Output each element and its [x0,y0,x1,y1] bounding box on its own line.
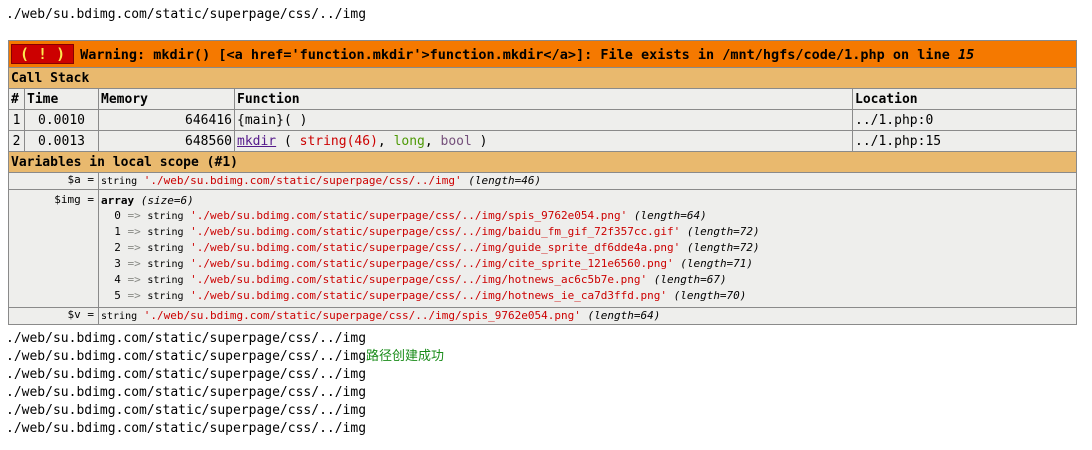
mkdir-function-link[interactable]: mkdir [237,134,276,149]
call-stack-row: 2 0.0013 648560 mkdir ( string(46), long… [8,130,1078,152]
row-function: {main}( ) [234,109,853,131]
array-item: 4 => string './web/su.bdimg.com/static/s… [114,273,727,286]
variable-name: $a = [8,172,99,190]
variable-row-img: $img = array (size=6) 0 => string './web… [8,189,1078,308]
variable-row-a: $a = string './web/su.bdimg.com/static/s… [8,172,1078,190]
array-size: (size=6) [140,194,194,207]
func-open-paren: ( [276,133,300,149]
output-line: ./web/su.bdimg.com/static/superpage/css/… [6,403,367,418]
arg-separator: , [424,133,441,149]
variable-row-v: $v = string './web/su.bdimg.com/static/s… [8,307,1078,325]
array-item: 0 => string './web/su.bdimg.com/static/s… [114,209,707,222]
array-type: array [101,194,135,207]
value-length: (length=46) [468,174,542,187]
variables-header: Variables in local scope (#1) [7,151,1078,173]
warning-row: ( ! ) Warning: mkdir() [<a href='function… [7,40,1078,68]
variable-value: array (size=6) 0 => string './web/su.bdi… [97,189,1078,308]
output-line-with-success: ./web/su.bdimg.com/static/superpage/css/… [6,348,444,365]
output-line: ./web/su.bdimg.com/static/superpage/css/… [6,331,367,346]
variables-title: Variables in local scope (#1) [7,151,1078,173]
warning-message: Warning: mkdir() [<a href='function.mkdi… [80,47,958,63]
arg-string-type: string(46) [299,133,378,149]
column-header-function: Function [234,88,853,110]
variable-name: $img = [8,189,99,308]
array-item: 5 => string './web/su.bdimg.com/static/s… [114,289,747,302]
warning-cell: ( ! ) Warning: mkdir() [<a href='function… [7,40,1078,68]
arg-separator: , [377,133,394,149]
value-type: string [101,176,138,187]
array-item: 2 => string './web/su.bdimg.com/static/s… [114,241,760,254]
call-stack-header: Call Stack [7,67,1078,89]
row-location: ../1.php:15 [851,130,1078,152]
output-line: ./web/su.bdimg.com/static/superpage/css/… [6,385,367,400]
row-memory: 648560 [98,130,235,152]
output-path: ./web/su.bdimg.com/static/superpage/css/… [6,349,367,364]
row-location: ../1.php:0 [851,109,1078,131]
warning-badge-icon: ( ! ) [11,44,75,64]
arg-bool-type: bool [440,133,472,149]
column-header-location: Location [851,88,1078,110]
top-path-output: ./web/su.bdimg.com/static/superpage/css/… [6,7,367,22]
output-line: ./web/su.bdimg.com/static/superpage/css/… [6,367,367,382]
row-number: 1 [8,109,25,131]
output-line: ./web/su.bdimg.com/static/superpage/css/… [6,421,367,436]
row-memory: 646416 [98,109,235,131]
call-stack-row: 1 0.0010 646416 {main}( ) ../1.php:0 [8,109,1078,131]
value-length: (length=64) [587,309,661,322]
column-header-time: Time [24,88,99,110]
variable-value: string './web/su.bdimg.com/static/superp… [97,172,1078,190]
variable-value: string './web/su.bdimg.com/static/superp… [97,307,1078,325]
column-header-number: # [8,88,25,110]
xdebug-error-table: ( ! ) Warning: mkdir() [<a href='function… [7,40,1078,325]
value-type: string [101,311,138,322]
value-string: './web/su.bdimg.com/static/superpage/css… [143,174,462,187]
row-number: 2 [8,130,25,152]
row-function: mkdir ( string(46), long, bool ) [234,130,853,152]
array-item: 1 => string './web/su.bdimg.com/static/s… [114,225,760,238]
column-header-memory: Memory [98,88,235,110]
func-close-paren: ) [471,133,488,149]
call-stack-title: Call Stack [7,67,1078,89]
arg-long-type: long [393,133,425,149]
success-message: 路径创建成功 [366,349,445,364]
row-time: 0.0013 [24,130,99,152]
variable-name: $v = [8,307,99,325]
array-item: 3 => string './web/su.bdimg.com/static/s… [114,257,754,270]
value-string: './web/su.bdimg.com/static/superpage/css… [143,309,581,322]
row-time: 0.0010 [24,109,99,131]
warning-line-number: 15 [957,47,975,63]
call-stack-columns: # Time Memory Function Location [8,88,1078,110]
